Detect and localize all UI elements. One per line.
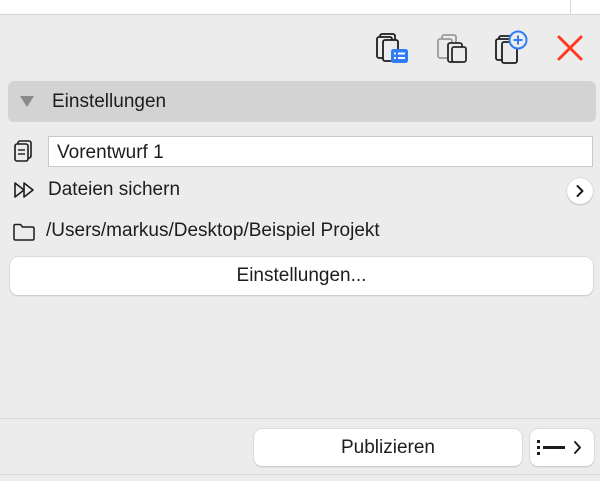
close-icon[interactable]	[552, 30, 588, 66]
set-name-field[interactable]: Vorentwurf 1	[48, 136, 593, 167]
method-chevron-button[interactable]	[567, 178, 593, 204]
publish-button[interactable]: Publizieren	[254, 429, 522, 466]
folder-icon	[12, 222, 36, 247]
top-panel-strip	[0, 0, 600, 15]
section-title: Einstellungen	[52, 91, 167, 112]
publish-list-icon[interactable]	[374, 30, 410, 66]
method-label: Dateien sichern	[48, 179, 181, 200]
publish-options-button[interactable]	[530, 429, 594, 466]
panel-divider	[570, 0, 571, 14]
fast-forward-icon	[12, 180, 38, 205]
target-path: /Users/markus/Desktop/Beispiel Projekt	[46, 220, 380, 241]
new-set-icon[interactable]	[493, 30, 529, 66]
settings-section-header[interactable]: Einstellungen	[8, 81, 596, 122]
disclosure-triangle-icon[interactable]	[20, 96, 34, 107]
footer-separator	[0, 418, 600, 419]
bottom-separator	[0, 474, 600, 475]
document-set-icon	[12, 139, 34, 168]
settings-button[interactable]: Einstellungen...	[10, 257, 593, 295]
list-options-icon	[537, 440, 581, 455]
chevron-right-icon	[576, 185, 584, 197]
duplicate-set-icon[interactable]	[433, 30, 469, 66]
